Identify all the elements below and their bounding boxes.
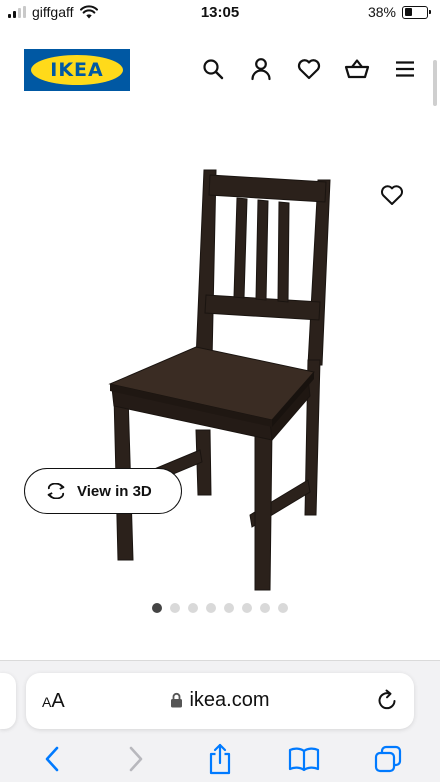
battery-percent: 38% bbox=[367, 4, 396, 20]
ikea-logo[interactable]: IKEA bbox=[24, 49, 130, 91]
reload-icon[interactable] bbox=[376, 688, 398, 717]
rotate-3d-icon bbox=[47, 483, 65, 499]
gallery-dot[interactable] bbox=[188, 603, 198, 613]
view-in-3d-label: View in 3D bbox=[77, 482, 152, 500]
browser-toolbar bbox=[0, 739, 440, 779]
menu-icon[interactable] bbox=[392, 56, 418, 82]
logo-text: IKEA bbox=[50, 59, 104, 81]
previous-tab-peek[interactable] bbox=[0, 673, 16, 729]
url-display[interactable]: ikea.com bbox=[26, 689, 414, 712]
url-text: ikea.com bbox=[189, 689, 270, 711]
header-actions bbox=[200, 56, 418, 82]
gallery-dot[interactable] bbox=[170, 603, 180, 613]
account-icon[interactable] bbox=[248, 56, 274, 82]
gallery-dot[interactable] bbox=[206, 603, 216, 613]
page-scrollbar[interactable] bbox=[433, 60, 437, 106]
gallery-dot[interactable] bbox=[278, 603, 288, 613]
browser-bar: AA ikea.com bbox=[0, 660, 440, 782]
address-bar[interactable]: AA ikea.com bbox=[26, 673, 414, 729]
share-icon[interactable] bbox=[200, 739, 240, 779]
battery-group: 38% bbox=[367, 4, 431, 20]
back-icon[interactable] bbox=[32, 739, 72, 779]
status-bar: giffgaff 13:05 38% bbox=[0, 0, 440, 26]
battery-icon bbox=[402, 5, 431, 19]
site-header: IKEA bbox=[0, 46, 440, 94]
gallery-pagination[interactable] bbox=[0, 603, 440, 613]
bookmarks-icon[interactable] bbox=[284, 739, 324, 779]
tabs-icon[interactable] bbox=[368, 739, 408, 779]
lock-icon bbox=[171, 692, 183, 708]
logo-oval: IKEA bbox=[31, 55, 123, 85]
wishlist-icon[interactable] bbox=[296, 56, 322, 82]
add-to-wishlist-icon[interactable] bbox=[380, 184, 406, 210]
product-gallery[interactable] bbox=[0, 140, 440, 600]
view-in-3d-button[interactable]: View in 3D bbox=[24, 468, 182, 514]
basket-icon[interactable] bbox=[344, 56, 370, 82]
gallery-dot[interactable] bbox=[152, 603, 162, 613]
gallery-dot[interactable] bbox=[242, 603, 252, 613]
product-image-chair bbox=[108, 169, 331, 591]
search-icon[interactable] bbox=[200, 56, 226, 82]
gallery-dot[interactable] bbox=[224, 603, 234, 613]
gallery-dot[interactable] bbox=[260, 603, 270, 613]
forward-icon[interactable] bbox=[116, 739, 156, 779]
